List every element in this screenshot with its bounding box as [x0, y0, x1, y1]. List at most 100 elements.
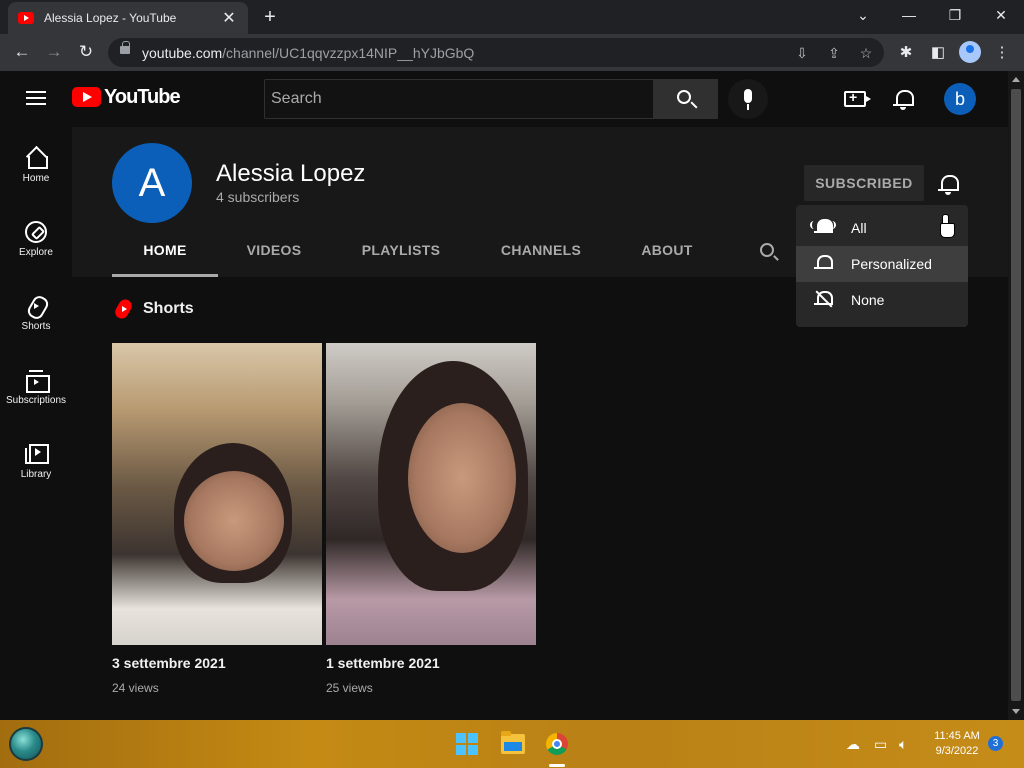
browser-tabstrip: Alessia Lopez - YouTube ✕ + ⌄ — ❐ ✕	[0, 0, 1024, 34]
menu-kebab-icon[interactable]: ⋮	[991, 42, 1013, 64]
extensions-icon[interactable]: ✱	[895, 42, 917, 64]
page-scrollbar[interactable]	[1008, 71, 1024, 720]
file-explorer-icon[interactable]	[501, 731, 525, 754]
lock-icon[interactable]	[120, 41, 130, 54]
hand-cursor-icon	[940, 214, 955, 238]
menu-item-label: None	[851, 292, 885, 308]
system-clock[interactable]: 11:45 AM 9/3/2022	[924, 729, 990, 759]
shorts-heading: Shorts	[143, 300, 194, 317]
guide-label: Shorts	[21, 321, 51, 332]
clock-time: 11:45 AM	[934, 730, 980, 742]
taskbar: ☁ ▭ 🔈︎ 11:45 AM 9/3/2022 3	[0, 720, 1024, 768]
youtube-page: YouTube b Home Explore Shorts S	[0, 71, 1008, 720]
install-app-icon[interactable]: ⇩	[792, 43, 812, 63]
search-input[interactable]	[264, 79, 654, 119]
start-orb-icon[interactable]	[9, 727, 43, 761]
short-title[interactable]: 1 settembre 2021	[326, 655, 536, 671]
network-icon[interactable]: ▭	[874, 736, 887, 753]
channel-search-icon[interactable]	[760, 243, 774, 257]
guide-item-subscriptions[interactable]: Subscriptions	[0, 355, 72, 429]
tab-home[interactable]: HOME	[112, 231, 218, 277]
short-views: 25 views	[326, 681, 373, 695]
bell-ringing-icon	[810, 219, 836, 235]
scroll-down-arrow-icon[interactable]	[1012, 709, 1020, 714]
forward-button[interactable]: →	[41, 40, 67, 66]
screen: Alessia Lopez - YouTube ✕ + ⌄ — ❐ ✕ ← → …	[0, 0, 1024, 768]
thumbnail-subject-face	[184, 471, 284, 571]
short-card[interactable]: 3 settembre 2021 24 views	[112, 343, 322, 695]
short-thumbnail[interactable]	[326, 343, 536, 645]
tab-close-icon[interactable]: ✕	[220, 8, 238, 28]
close-window-button[interactable]: ✕	[986, 4, 1016, 28]
clock-date: 9/3/2022	[935, 745, 979, 757]
bookmark-star-icon[interactable]: ☆	[856, 43, 876, 63]
channel-avatar[interactable]: A	[112, 143, 192, 223]
menu-item-label: Personalized	[851, 256, 932, 272]
short-views: 24 views	[112, 681, 159, 695]
guide-item-home[interactable]: Home	[0, 133, 72, 207]
url-text[interactable]: youtube.com/channel/UC1qqvzzpx14NIP__hYJ…	[142, 45, 474, 61]
subscriptions-icon	[25, 369, 50, 393]
explore-icon	[25, 221, 47, 243]
youtube-logo-text[interactable]: YouTube	[104, 86, 181, 109]
youtube-favicon-icon	[18, 12, 34, 24]
tab-title: Alessia Lopez - YouTube	[44, 11, 177, 25]
new-tab-button[interactable]: +	[258, 6, 282, 29]
tab-channels[interactable]: CHANNELS	[486, 231, 596, 277]
home-icon	[25, 147, 48, 169]
shorts-section-header: Shorts	[116, 299, 194, 319]
side-guide: Home Explore Shorts Subscriptions Librar…	[0, 127, 72, 720]
notification-count-badge[interactable]: 3	[988, 736, 1003, 751]
browser-tab[interactable]: Alessia Lopez - YouTube ✕	[8, 2, 248, 34]
share-icon[interactable]: ⇪	[824, 43, 844, 63]
library-icon	[25, 443, 49, 465]
onedrive-cloud-icon[interactable]: ☁	[846, 736, 860, 753]
search-icon	[677, 90, 691, 104]
short-card[interactable]: 1 settembre 2021 25 views	[326, 343, 536, 695]
subscribed-button[interactable]: SUBSCRIBED	[804, 165, 924, 201]
short-title[interactable]: 3 settembre 2021	[112, 655, 322, 671]
shorts-icon	[25, 295, 47, 317]
tab-videos[interactable]: VIDEOS	[230, 231, 318, 277]
restore-button[interactable]: ❐	[940, 4, 970, 28]
create-video-icon[interactable]	[844, 89, 871, 107]
reload-button[interactable]: ↻	[73, 40, 99, 66]
side-panel-icon[interactable]: ◧	[927, 42, 949, 64]
notification-option-none[interactable]: None	[796, 282, 968, 318]
hamburger-menu-icon[interactable]	[26, 91, 46, 105]
search-button[interactable]	[654, 79, 718, 119]
address-bar[interactable]: youtube.com/channel/UC1qqvzzpx14NIP__hYJ…	[108, 38, 884, 67]
browser-toolbar: ← → ↻ youtube.com/channel/UC1qqvzzpx14NI…	[0, 34, 1024, 71]
guide-item-explore[interactable]: Explore	[0, 207, 72, 281]
guide-label: Explore	[19, 247, 53, 258]
back-button[interactable]: ←	[9, 40, 35, 66]
masthead: YouTube b	[0, 71, 1008, 127]
notifications-bell-icon[interactable]	[893, 90, 914, 110]
short-thumbnail[interactable]	[112, 343, 322, 645]
guide-item-library[interactable]: Library	[0, 429, 72, 503]
voice-search-icon[interactable]	[728, 79, 768, 119]
scroll-up-arrow-icon[interactable]	[1012, 77, 1020, 82]
guide-label: Home	[22, 173, 50, 184]
tab-playlists[interactable]: PLAYLISTS	[348, 231, 454, 277]
channel-notification-bell-icon[interactable]	[938, 175, 959, 195]
tab-search-button[interactable]: ⌄	[848, 4, 878, 28]
scrollbar-thumb[interactable]	[1011, 89, 1021, 701]
subscriber-count: 4 subscribers	[216, 189, 300, 205]
chrome-icon[interactable]	[546, 733, 568, 755]
url-path: /channel/UC1qqvzzpx14NIP__hYJbGbQ	[222, 45, 475, 61]
minimize-button[interactable]: —	[894, 4, 924, 28]
account-avatar[interactable]: b	[944, 83, 976, 115]
menu-item-label: All	[851, 220, 867, 236]
windows-start-icon[interactable]	[456, 733, 478, 755]
guide-label: Library	[20, 469, 52, 480]
channel-name: Alessia Lopez	[216, 160, 366, 187]
bell-off-icon	[814, 290, 833, 308]
notification-option-personalized[interactable]: Personalized	[796, 246, 968, 282]
tab-about[interactable]: ABOUT	[628, 231, 706, 277]
guide-item-shorts[interactable]: Shorts	[0, 281, 72, 355]
profile-icon[interactable]	[959, 41, 981, 63]
bell-icon	[814, 255, 833, 271]
youtube-logo-icon[interactable]	[72, 87, 101, 107]
volume-icon[interactable]: 🔈︎	[899, 736, 907, 753]
